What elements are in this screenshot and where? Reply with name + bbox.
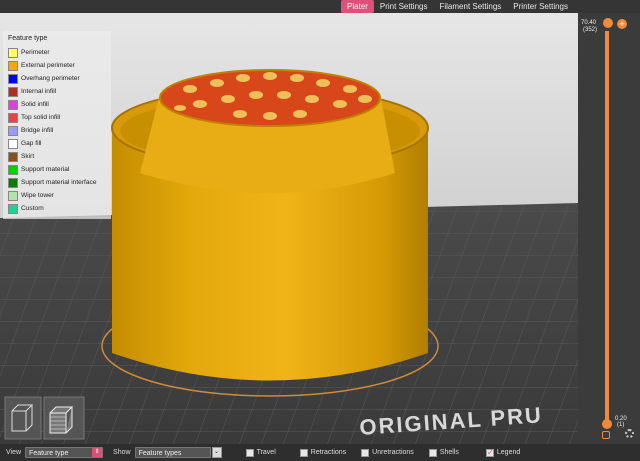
legend-swatch (8, 164, 18, 175)
gear-icon[interactable] (625, 429, 634, 438)
tab-print-settings[interactable]: Print Settings (374, 0, 434, 13)
legend-item: Custom (8, 203, 44, 214)
legend-swatch (8, 99, 18, 110)
chevron-down-icon[interactable]: ⌄ (211, 447, 222, 458)
legend-title: Feature type (8, 35, 48, 42)
view-label: View (6, 449, 22, 456)
legend-item: Skirt (8, 151, 34, 162)
legend-swatch (8, 151, 18, 162)
legend-item: Support material (8, 164, 69, 175)
slider-bottom-handle[interactable] (602, 419, 612, 429)
slider-top-handle[interactable] (603, 18, 613, 28)
show-select[interactable]: Feature types (134, 447, 211, 458)
top-tab-bar: Plater Print Settings Filament Settings … (0, 0, 640, 13)
travel-checkbox[interactable]: Travel (245, 448, 276, 457)
legend-item: Internal infill (8, 86, 56, 97)
legend-item: Support material interface (8, 177, 97, 188)
view-type-select[interactable]: Feature type ⇕ (25, 447, 104, 458)
legend-swatch (8, 190, 18, 201)
legend-item: Gap fill (8, 138, 42, 149)
tab-plater[interactable]: Plater (341, 0, 374, 13)
legend-swatch (8, 47, 18, 58)
legend-swatch (8, 60, 18, 71)
legend-item: Solid infill (8, 99, 49, 110)
legend-item: External perimeter (8, 60, 75, 71)
show-label: Show (113, 449, 131, 456)
tab-filament-settings[interactable]: Filament Settings (433, 0, 507, 13)
plus-icon[interactable]: + (617, 19, 627, 29)
layer-slider-track[interactable] (605, 31, 609, 426)
tab-strip: Plater Print Settings Filament Settings … (341, 0, 574, 13)
layer-slider-panel: 70.40 (352) + 0.20 (1) (578, 13, 640, 444)
legend-item: Overhang perimeter (8, 73, 80, 84)
legend-checkbox[interactable]: Legend (485, 448, 520, 457)
3d-viewport[interactable]: ORIGINAL PRU Feature type Perimeter Exte… (0, 13, 578, 444)
legend-swatch (8, 125, 18, 136)
shells-checkbox[interactable]: Shells (428, 448, 459, 457)
view-cube-buttons (4, 396, 85, 440)
legend-swatch (8, 203, 18, 214)
retractions-checkbox[interactable]: Retractions (299, 448, 346, 457)
layer-top-value: 70.40 (581, 20, 597, 26)
legend-swatch (8, 112, 18, 123)
legend-item: Perimeter (8, 47, 50, 58)
unretractions-checkbox[interactable]: Unretractions (361, 448, 414, 457)
preview-bottom-toolbar: View Feature type ⇕ Show Feature types ⌄… (0, 444, 640, 461)
legend-item: Wipe tower (8, 190, 54, 201)
feature-legend: Feature type Perimeter External perimete… (3, 31, 111, 219)
layer-bottom-count: (1) (617, 422, 625, 428)
layer-top-count: (352) (583, 27, 598, 33)
legend-swatch (8, 177, 18, 188)
lock-icon[interactable] (602, 431, 610, 439)
chevron-down-icon: ⇕ (92, 448, 103, 457)
legend-swatch (8, 86, 18, 97)
legend-item: Bridge infill (8, 125, 53, 136)
legend-swatch (8, 73, 18, 84)
legend-swatch (8, 138, 18, 149)
tab-printer-settings[interactable]: Printer Settings (507, 0, 574, 13)
legend-item: Top solid infill (8, 112, 60, 123)
